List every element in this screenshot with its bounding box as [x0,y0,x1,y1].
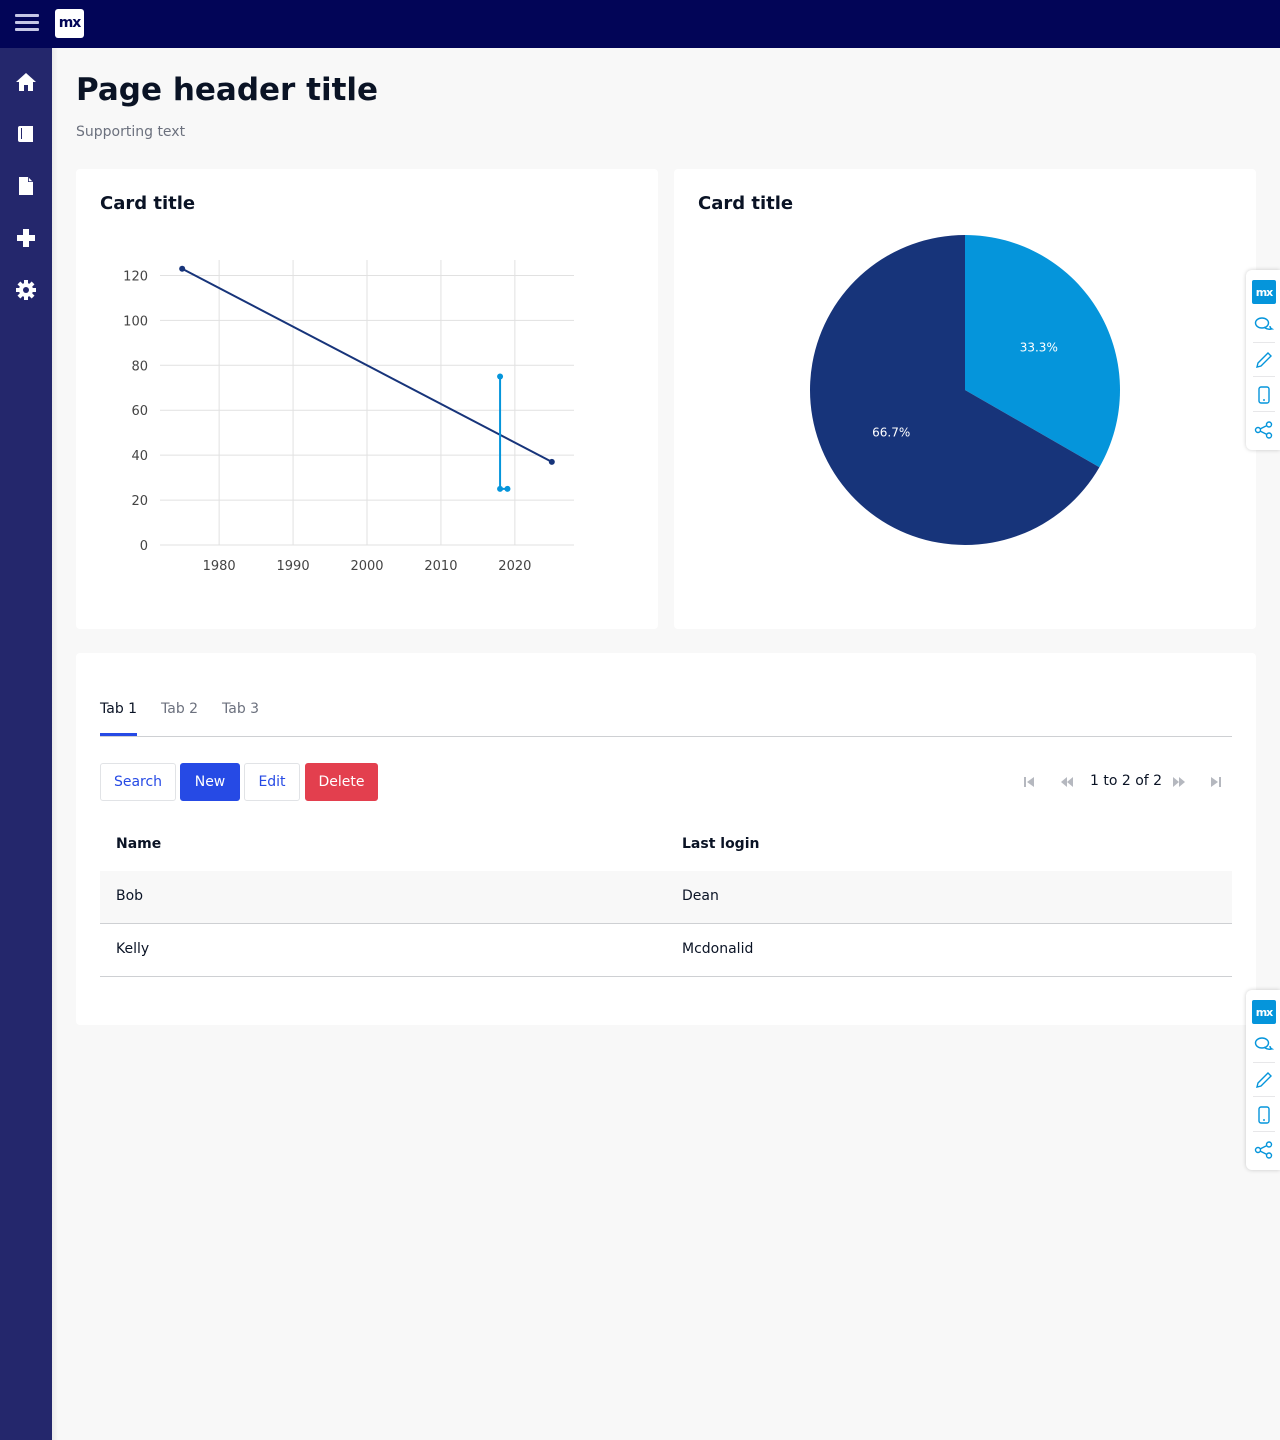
last-page-icon [1211,777,1221,787]
separator [1253,376,1275,377]
table-row[interactable]: Bob Dean [100,871,1232,924]
sidebar-item-book[interactable] [0,114,52,154]
page-title: Page header title [76,72,379,108]
table-cell-last-login: Dean [682,888,719,904]
home-icon [16,73,36,91]
feedback-button[interactable] [1252,313,1276,337]
tab-3[interactable]: Tab 3 [222,701,259,717]
data-point [497,373,504,380]
y-tick-label: 100 [123,314,148,329]
page-subtitle: Supporting text [76,124,186,140]
share-icon [1254,421,1273,439]
tab-divider [100,736,1232,737]
y-tick-label: 20 [131,494,148,509]
fast-forward-icon [1173,777,1185,787]
sidebar-shadow [52,48,58,1440]
line-chart-card: Card title 1980 1990 2000 2010 2020 0 20 40 60 80… [76,169,658,629]
search-button[interactable]: Search [100,763,176,801]
table-cell-last-login: Mcdonalid [682,941,754,957]
tab-1[interactable]: Tab 1 [100,701,137,717]
gear-icon [16,280,36,300]
sidebar-item-settings[interactable] [0,270,52,310]
tab-2[interactable]: Tab 2 [161,701,198,717]
column-header-last-login[interactable]: Last login [682,836,759,852]
edit-page-button[interactable] [1252,348,1276,372]
next-page-button[interactable] [1168,771,1190,793]
separator [1253,411,1275,412]
line-chart: 1980 1990 2000 2010 2020 0 20 40 60 80 100 120 [123,260,574,574]
separator [1253,342,1275,343]
y-tick-label: 40 [131,449,148,464]
data-point [548,458,555,465]
mobile-preview-button[interactable] [1252,1103,1276,1127]
x-tick-label: 2010 [424,559,457,574]
sidebar-item-document[interactable] [0,166,52,206]
separator [1253,1131,1275,1132]
sidebar [0,48,52,1440]
y-tick-label: 60 [131,404,148,419]
book-icon [18,126,33,142]
chat-icon [1254,1037,1274,1050]
mendix-logo-button[interactable]: mx [1252,1000,1276,1024]
series-line [499,376,508,490]
share-button[interactable] [1252,418,1276,442]
share-button[interactable] [1252,1138,1276,1162]
mobile-icon [1258,1106,1270,1124]
document-icon [19,177,33,195]
y-tick-label: 120 [123,269,148,284]
x-tick-label: 2020 [498,559,531,574]
x-tick-label: 2000 [350,559,383,574]
x-tick-label: 1980 [203,559,236,574]
feedback-button[interactable] [1252,1033,1276,1057]
edit-button[interactable]: Edit [244,763,300,801]
pencil-icon [1256,352,1272,368]
pager-status: 1 to 2 of 2 [1090,773,1163,789]
edit-page-button[interactable] [1252,1068,1276,1092]
last-page-button[interactable] [1205,771,1227,793]
top-bar: mx [0,0,1280,48]
previous-page-button[interactable] [1056,771,1078,793]
developer-toolbar: mx [1246,990,1280,1170]
hamburger-menu-icon[interactable] [14,12,40,36]
first-page-button[interactable] [1018,771,1040,793]
plus-icon [17,229,35,247]
pie-slice-label: 66.7% [872,426,910,440]
rewind-icon [1061,777,1073,787]
sidebar-item-home[interactable] [0,62,52,102]
data-point [497,485,504,492]
new-button[interactable]: New [180,763,240,801]
mobile-icon [1258,386,1270,404]
x-tick-label: 1990 [277,559,310,574]
pie-slice-label: 33.3% [1020,340,1058,354]
delete-button[interactable]: Delete [305,763,378,801]
table-cell-name: Bob [116,888,144,904]
first-page-icon [1024,777,1034,787]
developer-toolbar: mx [1246,270,1280,450]
separator [1253,1096,1275,1097]
pie-chart-card: Card title 33.3% 66.7% [674,169,1256,629]
mobile-preview-button[interactable] [1252,383,1276,407]
separator [1253,1062,1275,1063]
data-point [179,265,186,272]
y-tick-label: 80 [131,359,148,374]
chat-icon [1254,317,1274,330]
data-point [504,485,511,492]
mendix-logo-button[interactable]: mx [1252,280,1276,304]
pencil-icon [1256,1072,1272,1088]
app-logo[interactable]: mx [55,9,84,38]
table-cell-name: Kelly [116,941,150,957]
sidebar-item-add[interactable] [0,218,52,258]
y-tick-label: 0 [140,539,148,554]
pie-chart: 33.3% 66.7% [810,235,1120,545]
share-icon [1254,1141,1273,1159]
column-header-name[interactable]: Name [116,836,161,852]
table-row[interactable]: Kelly Mcdonalid [100,924,1232,977]
